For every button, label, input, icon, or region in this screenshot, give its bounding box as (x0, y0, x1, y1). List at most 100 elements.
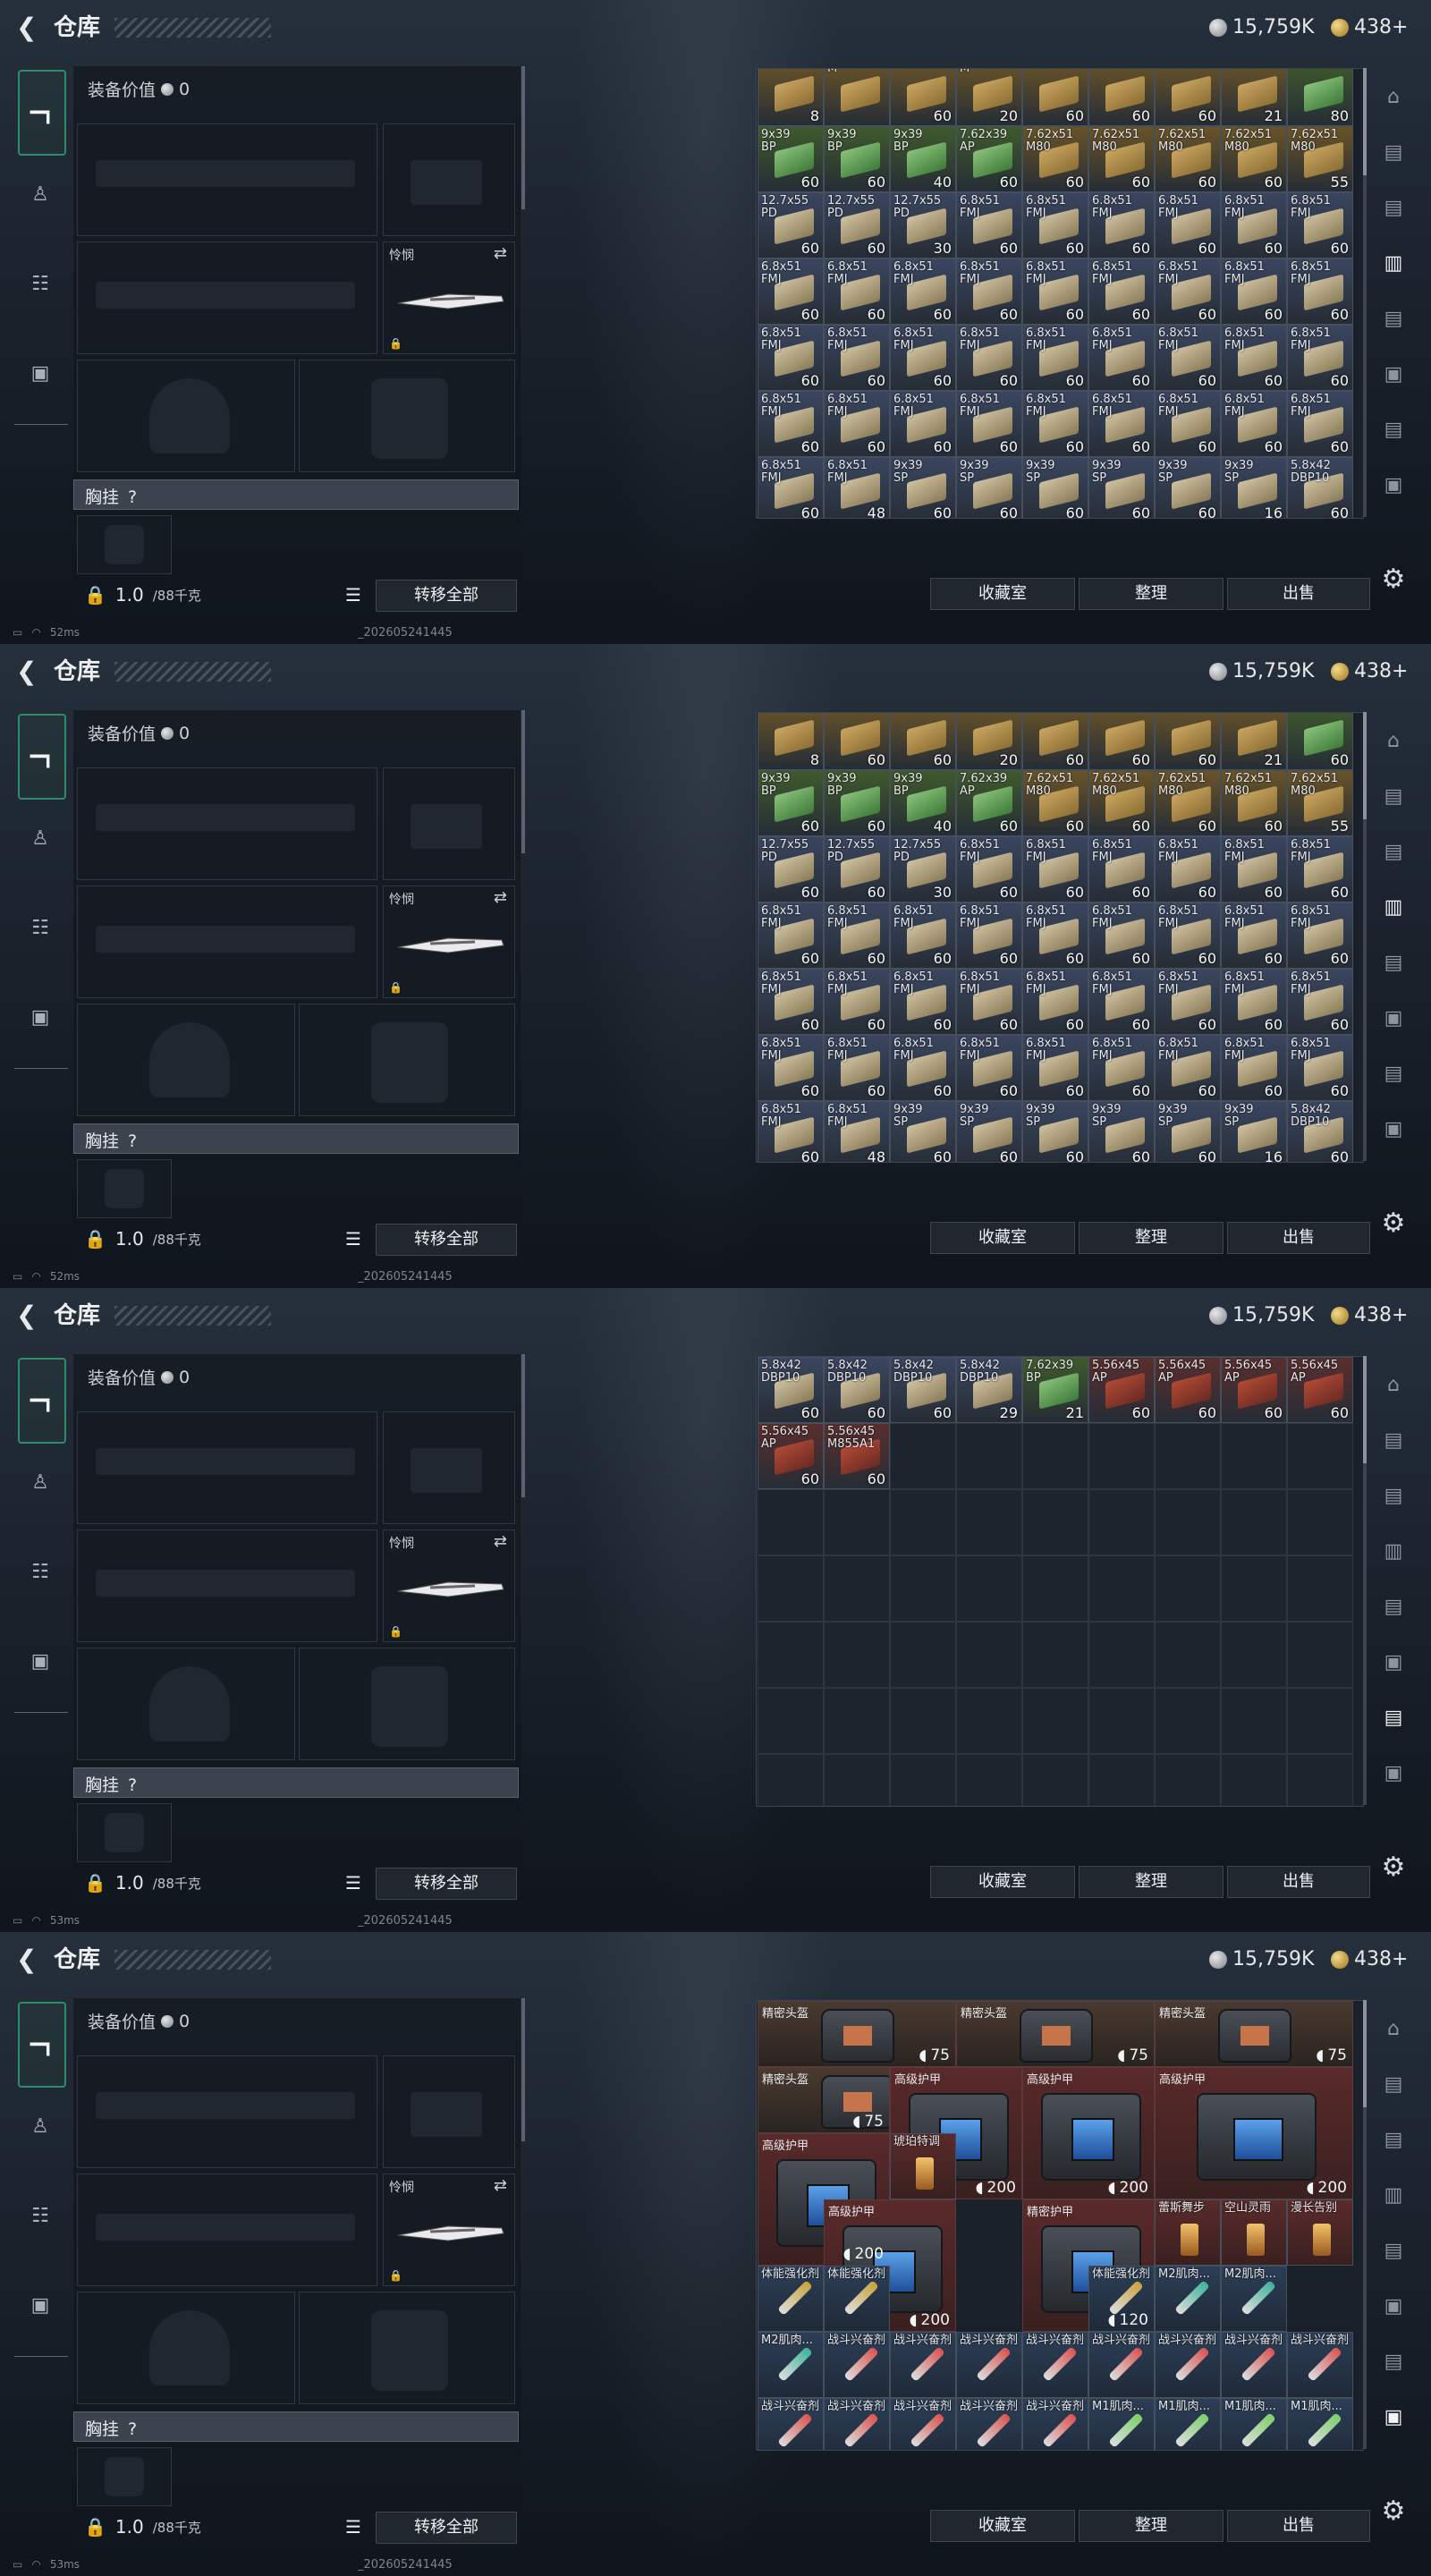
ammo-item[interactable]: 9x39 SP 60 (1022, 457, 1088, 518)
storage-tab-icon[interactable]: ▤ (1372, 1419, 1415, 1462)
ammo-item[interactable]: 5.56x45 M855A1 60 (824, 1422, 890, 1489)
ammo-item[interactable]: 6.8x51 FMJ 60 (890, 325, 956, 391)
ammo-item[interactable]: 20 (956, 713, 1022, 770)
melee-slot[interactable]: 怜悯 ⇄ 🔒 (383, 2174, 515, 2286)
ammo-item[interactable]: 6.8x51 FMJ 60 (956, 258, 1022, 325)
syringe-item[interactable]: M1肌肉... (1088, 2398, 1155, 2450)
syringe-item[interactable]: 战斗兴奋剂 (1022, 2332, 1088, 2398)
ammo-item[interactable]: 6.8x51 FMJ 60 (1221, 902, 1287, 969)
armor-item[interactable]: 高级护甲 ◖ 200 (1155, 2067, 1353, 2199)
storage-tab-icon[interactable]: ▤ (1372, 941, 1415, 984)
main-storage-tab-icon[interactable]: ⌂ (1372, 1363, 1415, 1406)
syringe-item[interactable]: 战斗兴奋剂 (1287, 2332, 1353, 2398)
storage-tab-icon[interactable]: ▤ (1372, 2229, 1415, 2272)
storage-tab-icon[interactable]: ▣ (1372, 463, 1415, 506)
syringe-item[interactable]: 战斗兴奋剂 (1221, 2332, 1287, 2398)
armor-slot[interactable] (299, 1648, 515, 1760)
ammo-item[interactable]: 5.8x42 DBP10 60 (1287, 1101, 1353, 1162)
weapons-category-icon[interactable]: ━┓ (18, 714, 66, 800)
ammo-item[interactable]: 7.62x51 M80 60 (1022, 126, 1088, 192)
vest-category-icon[interactable]: ☷ (20, 2195, 61, 2236)
storage-tab-icon[interactable]: ▤ (1372, 775, 1415, 818)
ammo-item[interactable]: 6.8x51 FMJ 60 (1287, 325, 1353, 391)
ammo-item[interactable]: 6.8x51 FMJ 60 (1221, 192, 1287, 258)
ammo-item[interactable]: 6.8x51 FMJ 60 (1022, 1035, 1088, 1101)
chest-rig-help[interactable]: ? (128, 2419, 137, 2439)
ammo-item[interactable]: 6.8x51 FMJ 60 (758, 902, 824, 969)
ammo-item[interactable]: 60 (890, 713, 956, 770)
sort-button[interactable]: 整理 (1079, 2510, 1224, 2542)
storage-tab-icon[interactable]: ▥ (1372, 2174, 1415, 2216)
ammo-item[interactable]: 7.62x39 BP 21 (1022, 1357, 1088, 1423)
syringe-item[interactable]: M1肌肉... (1155, 2398, 1221, 2450)
collection-room-button[interactable]: 收藏室 (930, 1866, 1075, 1898)
storage-tab-icon[interactable]: ▥ (1372, 886, 1415, 928)
syringe-item[interactable]: 战斗兴奋剂 (956, 2332, 1022, 2398)
helmet-slot[interactable] (77, 1004, 295, 1116)
storage-tab-icon[interactable]: ▤ (1372, 830, 1415, 873)
ammo-item[interactable]: 6.8x51 FMJ 60 (1022, 969, 1088, 1035)
ammo-item[interactable]: 6.8x51 FMJ 60 (758, 391, 824, 457)
ammo-item[interactable]: 5.56x45 AP 60 (1088, 1357, 1155, 1423)
ammo-item[interactable]: 7.62x39 AP 60 (956, 126, 1022, 192)
ammo-item[interactable]: 6.8x51 FMJ 60 (824, 902, 890, 969)
ammo-item[interactable]: 5.56x45 AP 60 (758, 1422, 824, 1489)
equipment-scrollbar[interactable] (521, 1998, 525, 2141)
armor-item[interactable]: 高级护甲 ◖ 200 (1022, 2067, 1155, 2199)
gear-icon[interactable]: ⚙ (1377, 2496, 1410, 2528)
backpack-category-icon[interactable]: ▣ (20, 352, 61, 394)
ammo-item[interactable]: 9x39 SP 16 (1221, 457, 1287, 518)
chest-rig-header[interactable]: 胸挂? (73, 479, 519, 510)
ammo-item[interactable]: 12.7x55 PD 60 (824, 192, 890, 258)
ammo-item[interactable]: 9x39 SP 16 (1221, 1101, 1287, 1162)
ammo-item[interactable]: 6.8x51 FMJ 60 (1221, 325, 1287, 391)
ammo-item[interactable]: 9x39 SP 60 (1155, 457, 1221, 518)
primary-weapon-slot[interactable] (77, 767, 377, 880)
storage-tab-icon[interactable]: ▣ (1372, 1640, 1415, 1683)
helmet-slot[interactable] (77, 2292, 295, 2404)
melee-slot[interactable]: 怜悯 ⇄ 🔒 (383, 242, 515, 354)
ammo-item[interactable]: 5.8x42 DBP10 60 (890, 1357, 956, 1423)
ammo-item[interactable]: 6.8x51 FMJ 60 (1088, 1035, 1155, 1101)
helmet-category-icon[interactable]: ♙ (20, 818, 61, 859)
ammo-item[interactable]: 6.8x51 FMJ 60 (824, 391, 890, 457)
ammo-item[interactable]: 5.8x42 DBP10 29 (956, 1357, 1022, 1423)
equipment-scrollbar[interactable] (521, 66, 525, 209)
ammo-item[interactable]: 9x39 BP 40 (890, 126, 956, 192)
ammo-item[interactable]: 9x39 BP 60 (758, 770, 824, 836)
chest-rig-help[interactable]: ? (128, 1775, 137, 1795)
ammo-item[interactable]: 9x39 SP 60 (956, 1101, 1022, 1162)
storage-tab-icon[interactable]: ▤ (1372, 1474, 1415, 1517)
collection-room-button[interactable]: 收藏室 (930, 1222, 1075, 1254)
ammo-item[interactable]: 6.8x51 FMJ 60 (1088, 325, 1155, 391)
ammo-item[interactable]: 9x39 BP 40 (890, 770, 956, 836)
ammo-item[interactable]: 12.7x55 PD 30 (890, 192, 956, 258)
equipment-scrollbar[interactable] (521, 1354, 525, 1497)
storage-scrollbar[interactable] (1363, 2000, 1367, 2449)
ammo-item[interactable]: 6.8x51 FMJ 60 (1155, 258, 1221, 325)
backpack-category-icon[interactable]: ▣ (20, 2284, 61, 2326)
drink-item[interactable]: 空山灵雨 (1221, 2199, 1287, 2266)
ammo-item[interactable]: 6.8x51 FMJ 60 (758, 457, 824, 518)
ammo-item[interactable]: 12.7x55 PD 30 (890, 836, 956, 902)
secondary-weapon-slot[interactable] (77, 886, 377, 998)
transfer-all-button[interactable]: 转移全部 (376, 580, 517, 612)
storage-tab-icon[interactable]: ▤ (1372, 1052, 1415, 1095)
ammo-item[interactable]: 5.8x42 DBP10 60 (1287, 457, 1353, 518)
storage-scrollbar[interactable] (1363, 1356, 1367, 1805)
sell-button[interactable]: 出售 (1227, 1866, 1370, 1898)
ammo-item[interactable]: 6.8x51 FMJ 60 (1155, 1035, 1221, 1101)
gear-icon[interactable]: ⚙ (1377, 564, 1410, 596)
ammo-item[interactable]: 6.8x51 FMJ 60 (1155, 192, 1221, 258)
ammo-item[interactable]: 9x39 BP 60 (758, 126, 824, 192)
storage-tab-icon[interactable]: ▣ (1372, 2395, 1415, 2438)
ammo-item[interactable]: 6.8x51 FMJ 60 (1088, 192, 1155, 258)
ammo-item[interactable]: 12.7x55 PD 60 (824, 836, 890, 902)
sell-button[interactable]: 出售 (1227, 2510, 1370, 2542)
secondary-weapon-slot[interactable] (77, 2174, 377, 2286)
chest-rig-help[interactable]: ? (128, 487, 137, 507)
ammo-item[interactable]: 9x39 SP 60 (890, 1101, 956, 1162)
ammo-item[interactable]: 6.8x51 FMJ 60 (758, 1101, 824, 1162)
gear-icon[interactable]: ⚙ (1377, 1852, 1410, 1884)
ammo-item[interactable]: 60 (1088, 713, 1155, 770)
